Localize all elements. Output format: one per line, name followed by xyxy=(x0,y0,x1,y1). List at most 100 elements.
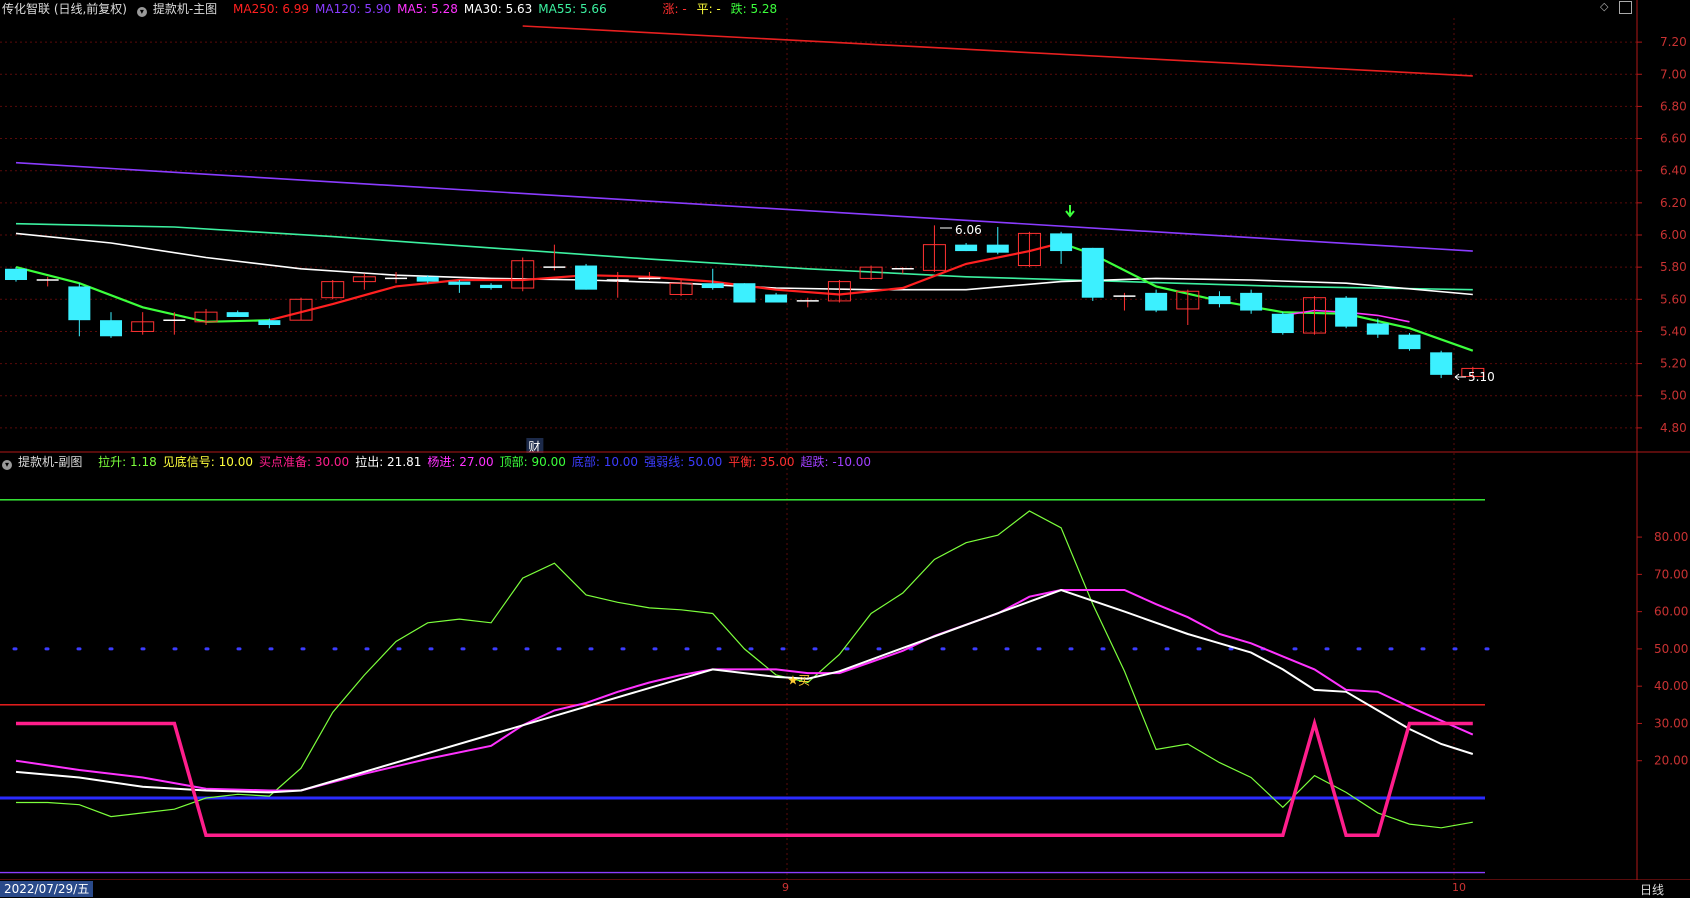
chevron-down-icon[interactable]: ▾ xyxy=(2,460,12,470)
month-label-10: 10 xyxy=(1452,881,1466,894)
sub-reference-lines xyxy=(0,499,1492,874)
ma-value-3: MA30: 5.63 xyxy=(463,2,533,16)
sub-indicator-values: 拉升: 1.18 见底信号: 10.00 买点准备: 30.00 拉出: 21.81 杨… xyxy=(98,455,877,469)
candle-body xyxy=(1271,313,1294,334)
candle-body xyxy=(765,294,788,303)
ma-values: MA250: 6.99 MA120: 5.90 MA5: 5.28 MA30: 5.6… xyxy=(233,2,613,16)
candle-body xyxy=(1366,323,1389,335)
sub-value-6: 底部: 10.00 xyxy=(571,455,639,469)
candle-body xyxy=(701,283,724,289)
line-MA5_down2 xyxy=(1060,241,1474,352)
sub-indicator-lines xyxy=(15,510,1474,838)
ma-value-2: MA5: 5.28 xyxy=(397,2,458,16)
y-tick-label: 5.40 xyxy=(1660,324,1687,338)
y-tick-label: 7.00 xyxy=(1660,67,1687,81)
y-tick-label: 5.00 xyxy=(1660,389,1687,403)
candle-body xyxy=(1145,292,1168,311)
main-header: 传化智联 (日线,前复权) ▾ 提款机-主图 MA250: 6.99 MA120: … xyxy=(2,1,789,17)
line-MA5_up xyxy=(269,241,1062,322)
ma-value-1: MA120: 5.90 xyxy=(315,2,392,16)
line-MA120 xyxy=(15,161,1473,252)
y-tick-label: 6.80 xyxy=(1660,99,1687,113)
buy-label: 买 xyxy=(798,674,810,688)
y-tick-label: 40.00 xyxy=(1654,679,1688,693)
y-tick-label: 6.00 xyxy=(1660,228,1687,242)
y-tick-label: 20.00 xyxy=(1654,754,1688,768)
sub-value-5: 顶部: 90.00 xyxy=(499,455,566,469)
candle-body xyxy=(1050,233,1073,252)
candlesticks xyxy=(5,225,1485,379)
y-tick-label: 6.20 xyxy=(1660,196,1687,210)
sub-value-2: 买点准备: 30.00 xyxy=(258,455,350,469)
candle-body xyxy=(480,284,503,289)
main-y-axis: 7.20 7.00 6.80 6.60 6.40 6.20 6.00 5.80 5.60 5.40… xyxy=(1637,35,1687,435)
main-grid xyxy=(0,18,1637,880)
candle-body xyxy=(68,286,91,321)
y-tick-label: 6.60 xyxy=(1660,132,1687,146)
y-tick-label: 6.40 xyxy=(1660,164,1687,178)
y-tick-label: 7.20 xyxy=(1660,35,1687,49)
sub-value-1: 见底信号: 10.00 xyxy=(162,455,253,469)
candle-body xyxy=(416,276,439,282)
y-tick-label: 50.00 xyxy=(1654,642,1688,656)
ping-value: 平: - xyxy=(696,2,721,16)
ma-value-4: MA55: 5.66 xyxy=(538,2,607,16)
line-杨进 xyxy=(15,589,1474,792)
candle-body xyxy=(733,283,756,303)
y-tick-label: 60.00 xyxy=(1654,605,1688,619)
line-MA250 xyxy=(522,25,1473,77)
ma-value-0: MA250: 6.99 xyxy=(233,2,310,16)
y-tick-label: 70.00 xyxy=(1654,567,1688,581)
candle-body xyxy=(986,244,1009,253)
candle-body xyxy=(1208,296,1231,305)
sub-y-axis: 80.00 70.00 60.00 50.00 40.00 30.00 20.00 xyxy=(1637,530,1688,768)
main-indicator-name: 提款机-主图 xyxy=(152,2,218,16)
star-icon: ★ xyxy=(787,674,799,689)
candle-body xyxy=(5,268,27,281)
candle-body xyxy=(226,312,249,317)
sub-value-3: 拉出: 21.81 xyxy=(355,455,422,469)
arrow-down-icon xyxy=(1065,205,1075,218)
y-tick-label: 5.20 xyxy=(1660,357,1687,371)
zhang-value: 涨: - xyxy=(662,2,687,16)
sub-value-9: 超跌: -10.00 xyxy=(800,455,872,469)
low-arrow-icon xyxy=(1454,373,1466,381)
candle-body xyxy=(258,320,281,326)
month-label-9: 9 xyxy=(782,881,789,894)
time-axis-bar: 2022/07/29/五 9 10 日线 xyxy=(0,880,1690,898)
diamond-icon[interactable]: ◇ xyxy=(1600,1,1611,12)
chevron-down-icon[interactable]: ▾ xyxy=(136,7,147,17)
period-button[interactable]: 日线 xyxy=(1640,881,1664,898)
sub-value-7: 强弱线: 50.00 xyxy=(644,455,723,469)
candle-body xyxy=(1398,334,1421,350)
y-tick-label: 5.60 xyxy=(1660,292,1687,306)
candle-body xyxy=(575,265,598,290)
sub-value-0: 拉升: 1.18 xyxy=(98,455,157,469)
low-price-label: 5.10 xyxy=(1468,370,1495,384)
sub-indicator-selector[interactable]: ▾ 提款机-副图 xyxy=(2,455,88,470)
candle-body xyxy=(1335,297,1358,327)
candle-body xyxy=(1430,352,1453,375)
main-indicator-selector[interactable]: ▾ 提款机-主图 xyxy=(136,2,223,17)
line-拉出 xyxy=(15,588,1474,794)
candle-body xyxy=(955,244,978,252)
sub-indicator-name: 提款机-副图 xyxy=(18,455,83,469)
candle-body xyxy=(1240,292,1263,311)
candle-body xyxy=(448,281,471,285)
sub-value-8: 平衡: 35.00 xyxy=(728,455,795,469)
chart-canvas: 7.20 7.00 6.80 6.60 6.40 6.20 6.00 5.80 5.60 5.40… xyxy=(0,0,1690,881)
y-tick-label: 4.80 xyxy=(1660,421,1687,435)
cursor-date: 2022/07/29/五 xyxy=(0,881,94,897)
stock-name[interactable]: 传化智联 (日线,前复权) xyxy=(2,2,127,16)
die-value: 跌: 5.28 xyxy=(730,2,778,16)
y-tick-label: 80.00 xyxy=(1654,530,1688,544)
sub-value-4: 杨进: 27.00 xyxy=(427,455,494,469)
zhang-ping-die: 涨: - 平: - 跌: 5.28 xyxy=(663,2,784,16)
y-tick-label: 30.00 xyxy=(1654,716,1688,730)
line-买点准备 xyxy=(16,717,1473,838)
y-tick-label: 5.80 xyxy=(1660,260,1687,274)
high-price-label: 6.06 xyxy=(955,223,982,237)
maximize-icon[interactable] xyxy=(1619,1,1632,14)
candle-body xyxy=(1081,247,1104,298)
sub-header: ▾ 提款机-副图 拉升: 1.18 见底信号: 10.00 买点准备: 30.00 拉出… xyxy=(2,454,883,470)
